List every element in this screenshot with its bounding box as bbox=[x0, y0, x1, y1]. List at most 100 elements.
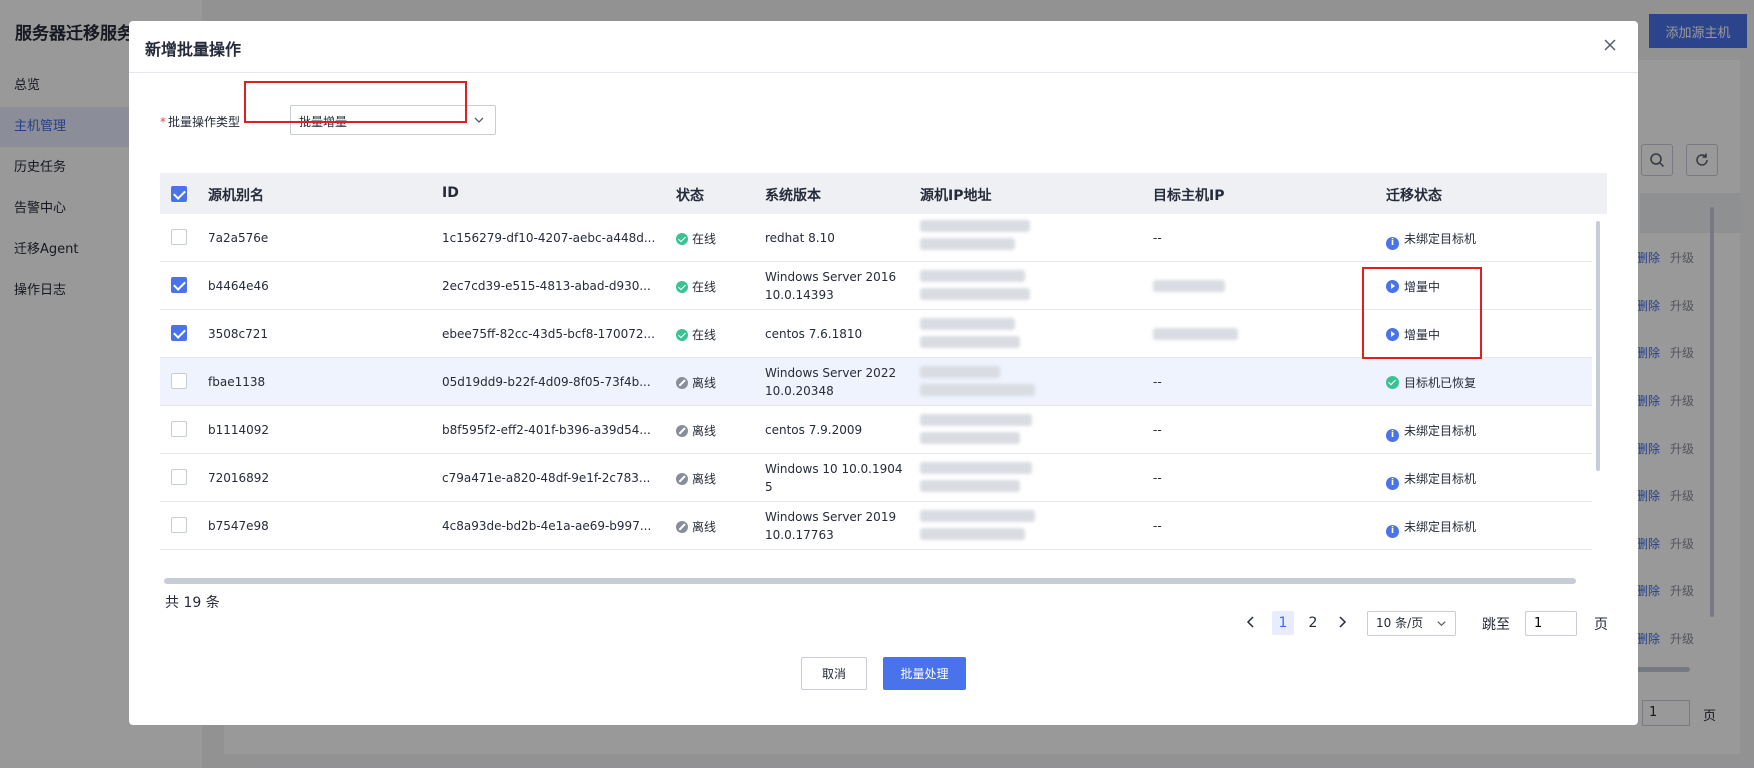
page-1-button[interactable]: 1 bbox=[1272, 611, 1294, 635]
row-checkbox[interactable] bbox=[171, 517, 187, 533]
row-source-ip-redacted bbox=[920, 270, 1030, 300]
chevron-down-icon bbox=[1437, 621, 1446, 627]
row-status: 在线 bbox=[676, 230, 716, 247]
row-status-text: 离线 bbox=[692, 376, 717, 390]
row-alias: b1114092 bbox=[208, 423, 270, 437]
page-size-select[interactable]: 10 条/页 bbox=[1367, 611, 1456, 636]
row-source-ip-redacted bbox=[920, 414, 1032, 444]
table-header: 源机别名 ID 状态 系统版本 源机IP地址 目标主机IP 迁移状态 bbox=[160, 173, 1607, 214]
row-status: 在线 bbox=[676, 278, 716, 295]
column-header-alias: 源机别名 bbox=[208, 188, 264, 204]
row-source-ip-redacted bbox=[920, 366, 1035, 396]
op-type-label: * 批量操作类型 bbox=[160, 113, 240, 130]
op-type-value: 批量增量 bbox=[299, 115, 348, 129]
row-alias: fbae1138 bbox=[208, 375, 266, 389]
row-checkbox[interactable] bbox=[171, 229, 187, 245]
row-os-line: 10.0.20348 bbox=[765, 384, 834, 398]
row-migration-text: 增量中 bbox=[1404, 328, 1441, 342]
row-os: Windows 10 10.0.1904 5 bbox=[765, 460, 903, 496]
row-target-ip-redacted bbox=[1153, 280, 1225, 295]
row-source-ip-redacted bbox=[920, 318, 1020, 348]
table-row[interactable]: b7547e98 4c8a93de-bd2b-4e1a-ae69-b997...… bbox=[160, 502, 1592, 550]
row-migration-text: 未绑定目标机 bbox=[1404, 472, 1477, 486]
row-os: Windows Server 2016 10.0.14393 bbox=[765, 268, 896, 304]
op-type-select[interactable]: 批量增量 bbox=[290, 105, 496, 135]
info-icon: i bbox=[1386, 237, 1399, 250]
offline-icon bbox=[676, 473, 688, 485]
row-id: b8f595f2-eff2-401f-b396-a39d54... bbox=[442, 423, 651, 437]
row-checkbox[interactable] bbox=[171, 469, 187, 485]
row-migration-text: 增量中 bbox=[1404, 280, 1441, 294]
info-icon: i bbox=[1386, 429, 1399, 442]
row-os-line: Windows Server 2022 bbox=[765, 366, 897, 380]
op-type-label-text: 批量操作类型 bbox=[168, 115, 241, 129]
row-target-ip: -- bbox=[1153, 423, 1162, 437]
row-target-ip: -- bbox=[1153, 519, 1162, 533]
jump-label: 跳至 bbox=[1482, 617, 1510, 633]
row-status-text: 离线 bbox=[692, 472, 717, 486]
chevron-right-icon[interactable] bbox=[1334, 614, 1350, 630]
row-checkbox[interactable] bbox=[171, 277, 187, 293]
chevron-down-icon bbox=[474, 117, 484, 123]
row-migration-text: 未绑定目标机 bbox=[1404, 232, 1477, 246]
row-migration-text: 未绑定目标机 bbox=[1404, 424, 1477, 438]
row-id: ebee75ff-82cc-43d5-bcf8-170072... bbox=[442, 327, 655, 341]
table-row[interactable]: 72016892 c79a471e-a820-48df-9e1f-2c783..… bbox=[160, 454, 1592, 502]
row-checkbox[interactable] bbox=[171, 325, 187, 341]
row-migration-status: i 未绑定目标机 bbox=[1386, 518, 1476, 538]
table-horizontal-scrollbar[interactable] bbox=[164, 578, 1576, 584]
cancel-button[interactable]: 取消 bbox=[801, 657, 867, 690]
row-os: Windows Server 2019 10.0.17763 bbox=[765, 508, 896, 544]
column-header-source-ip: 源机IP地址 bbox=[920, 188, 992, 204]
chevron-left-icon[interactable] bbox=[1243, 614, 1259, 630]
page-size-value: 10 条/页 bbox=[1376, 616, 1424, 630]
row-status: 在线 bbox=[676, 326, 716, 343]
row-status: 离线 bbox=[676, 470, 716, 487]
row-os-line: 10.0.14393 bbox=[765, 288, 834, 302]
column-header-migration-status: 迁移状态 bbox=[1386, 188, 1442, 204]
success-icon bbox=[1386, 376, 1399, 389]
row-status-text: 在线 bbox=[692, 232, 717, 246]
table-row[interactable]: b1114092 b8f595f2-eff2-401f-b396-a39d54.… bbox=[160, 406, 1592, 454]
online-icon bbox=[676, 233, 688, 245]
dialog-header: 新增批量操作 bbox=[129, 21, 1638, 73]
row-source-ip-redacted bbox=[920, 462, 1032, 492]
online-icon bbox=[676, 329, 688, 341]
row-alias: b4464e46 bbox=[208, 279, 269, 293]
row-os-line: Windows Server 2019 bbox=[765, 510, 897, 524]
total-count: 共 19 条 bbox=[165, 595, 220, 611]
row-os: centos 7.6.1810 bbox=[765, 327, 863, 341]
row-migration-text: 未绑定目标机 bbox=[1404, 520, 1477, 534]
row-alias: 3508c721 bbox=[208, 327, 269, 341]
jump-page-input[interactable] bbox=[1525, 611, 1577, 636]
row-checkbox[interactable] bbox=[171, 373, 187, 389]
row-os-line: 5 bbox=[765, 480, 773, 494]
row-migration-status: 目标机已恢复 bbox=[1386, 374, 1476, 391]
column-header-os: 系统版本 bbox=[765, 188, 821, 204]
batch-operation-dialog: 新增批量操作 * 批量操作类型 批量增量 源机别名 ID 状态 系统版本 源机IP… bbox=[129, 21, 1638, 725]
close-icon[interactable] bbox=[1600, 35, 1620, 55]
offline-icon bbox=[676, 521, 688, 533]
row-status: 离线 bbox=[676, 374, 716, 391]
row-migration-status: 增量中 bbox=[1386, 326, 1440, 343]
table-row[interactable]: fbae1138 05d19dd9-b22f-4d09-8f05-73f4b..… bbox=[160, 358, 1592, 406]
info-icon: i bbox=[1386, 477, 1399, 490]
table-row[interactable]: 7a2a576e 1c156279-df10-4207-aebc-a448d..… bbox=[160, 214, 1592, 262]
row-source-ip-redacted bbox=[920, 510, 1035, 540]
row-migration-text: 目标机已恢复 bbox=[1404, 376, 1477, 390]
select-all-checkbox[interactable] bbox=[171, 186, 187, 202]
info-icon: i bbox=[1386, 525, 1399, 538]
row-migration-status: 增量中 bbox=[1386, 278, 1440, 295]
offline-icon bbox=[676, 377, 688, 389]
row-status: 离线 bbox=[676, 518, 716, 535]
table-vertical-scrollbar[interactable] bbox=[1596, 221, 1600, 471]
page-2-button[interactable]: 2 bbox=[1302, 611, 1324, 635]
jump-unit: 页 bbox=[1594, 617, 1608, 633]
batch-process-button[interactable]: 批量处理 bbox=[883, 657, 966, 690]
row-checkbox[interactable] bbox=[171, 421, 187, 437]
row-migration-status: i 未绑定目标机 bbox=[1386, 470, 1476, 490]
table-row[interactable]: b4464e46 2ec7cd39-e515-4813-abad-d930...… bbox=[160, 262, 1592, 310]
row-os-line: Windows Server 2016 bbox=[765, 270, 897, 284]
table-row[interactable]: 3508c721 ebee75ff-82cc-43d5-bcf8-170072.… bbox=[160, 310, 1592, 358]
row-os: centos 7.9.2009 bbox=[765, 423, 863, 437]
